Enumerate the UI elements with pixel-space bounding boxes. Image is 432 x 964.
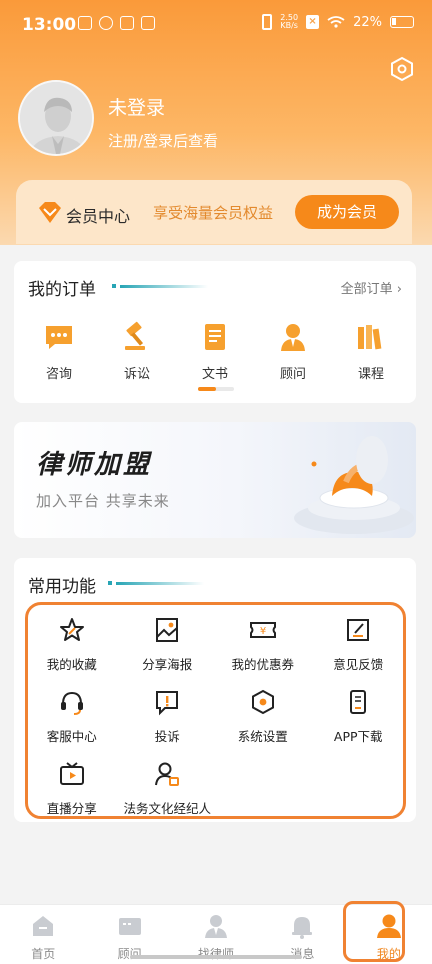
vip-center-bar[interactable]: 会员中心 享受海量会员权益 成为会员	[16, 180, 412, 244]
poster-icon	[156, 618, 179, 642]
settings-icon[interactable]	[389, 56, 415, 82]
orders-page-indicator	[198, 387, 234, 391]
net-speed: 2.50 KB/s	[280, 13, 299, 30]
order-item-course[interactable]: 课程	[341, 321, 401, 382]
banner-illustration	[294, 436, 414, 534]
notification-icon	[78, 16, 92, 30]
vibrate-icon	[262, 14, 273, 30]
headset-icon	[60, 691, 83, 715]
tv-icon	[59, 762, 84, 785]
battery-percent: 22%	[353, 14, 382, 30]
common-functions-card: 常用功能 我的收藏 分享海报 ¥ 我的优惠券 意见反馈 客服中心 投诉 系统设置…	[14, 558, 416, 822]
chevron-right-icon: ›	[396, 282, 402, 297]
chat-icon	[46, 326, 72, 349]
my-orders-card: 我的订单 全部订单 › 咨询 诉讼 文书 顾问 课程	[14, 261, 416, 403]
notification-icon	[99, 16, 113, 30]
function-system-settings[interactable]: 系统设置	[215, 688, 311, 744]
function-live-share[interactable]: 直播分享	[24, 760, 120, 816]
function-complaint[interactable]: 投诉	[120, 688, 216, 744]
all-orders-link[interactable]: 全部订单 ›	[341, 278, 402, 297]
status-right: 2.50 KB/s × 22%	[262, 14, 414, 30]
function-app-download[interactable]: APP下载	[311, 688, 407, 744]
bell-icon	[292, 917, 313, 939]
no-sim-icon: ×	[306, 15, 320, 29]
tab-home[interactable]: 首页	[0, 905, 86, 964]
gavel-icon	[125, 321, 145, 350]
function-coupons[interactable]: ¥ 我的优惠券	[215, 616, 311, 672]
notification-icons	[78, 16, 155, 30]
svg-text:¥: ¥	[260, 626, 266, 637]
status-time: 13:00	[22, 15, 77, 35]
title-decoration	[108, 581, 204, 585]
page-indicator-fill	[198, 387, 216, 391]
settings-hex-icon	[251, 689, 274, 715]
functions-title: 常用功能	[28, 577, 96, 597]
lawyer-icon	[205, 915, 228, 938]
status-bar: 13:00 2.50 KB/s × 22%	[0, 0, 432, 48]
function-feedback[interactable]: 意见反馈	[311, 616, 407, 672]
diamond-icon	[39, 202, 61, 223]
function-favorites[interactable]: 我的收藏	[24, 616, 120, 672]
person-icon	[376, 914, 401, 938]
coupon-icon: ¥	[249, 622, 276, 638]
tab-mine[interactable]: 我的	[346, 905, 432, 964]
tiktok-icon	[120, 16, 134, 30]
star-icon	[59, 618, 84, 641]
advisor-icon	[281, 324, 305, 351]
books-icon	[358, 325, 382, 350]
vip-title: 会员中心	[66, 207, 131, 226]
complaint-icon	[156, 691, 179, 716]
advisor-tab-icon	[118, 918, 141, 935]
feedback-icon	[347, 619, 370, 641]
title-decoration	[112, 284, 208, 288]
avatar[interactable]	[18, 80, 94, 156]
order-item-advisor[interactable]: 顾问	[263, 321, 323, 382]
orders-title: 我的订单	[28, 280, 96, 300]
home-icon	[33, 916, 54, 936]
home-indicator	[130, 955, 302, 959]
vip-subtitle: 享受海量会员权益	[153, 204, 274, 222]
function-customer-service[interactable]: 客服中心	[24, 688, 120, 744]
login-prompt[interactable]: 注册/登录后查看	[108, 130, 218, 151]
battery-icon	[390, 16, 414, 28]
agent-icon	[155, 762, 180, 786]
banner-title: 律师加盟	[36, 450, 153, 480]
order-item-document[interactable]: 文书	[185, 321, 245, 382]
document-icon	[205, 324, 225, 350]
order-item-consult[interactable]: 咨询	[29, 321, 89, 382]
order-item-litigation[interactable]: 诉讼	[107, 321, 167, 382]
wifi-icon	[327, 16, 345, 28]
become-member-button[interactable]: 成为会员	[295, 195, 399, 229]
app-icon	[141, 16, 155, 30]
function-share-poster[interactable]: 分享海报	[120, 616, 216, 672]
phone-icon	[350, 690, 367, 714]
order-categories: 咨询 诉讼 文书 顾问 课程	[14, 321, 416, 382]
function-legal-culture-agent[interactable]: 法务文化经纪人	[120, 760, 216, 816]
login-status-title[interactable]: 未登录	[108, 93, 165, 120]
functions-grid: 我的收藏 分享海报 ¥ 我的优惠券 意见反馈 客服中心 投诉 系统设置 APP下…	[24, 616, 406, 816]
lawyer-join-banner[interactable]: 律师加盟 加入平台 共享未来	[14, 422, 416, 538]
banner-subtitle: 加入平台 共享未来	[36, 492, 170, 510]
